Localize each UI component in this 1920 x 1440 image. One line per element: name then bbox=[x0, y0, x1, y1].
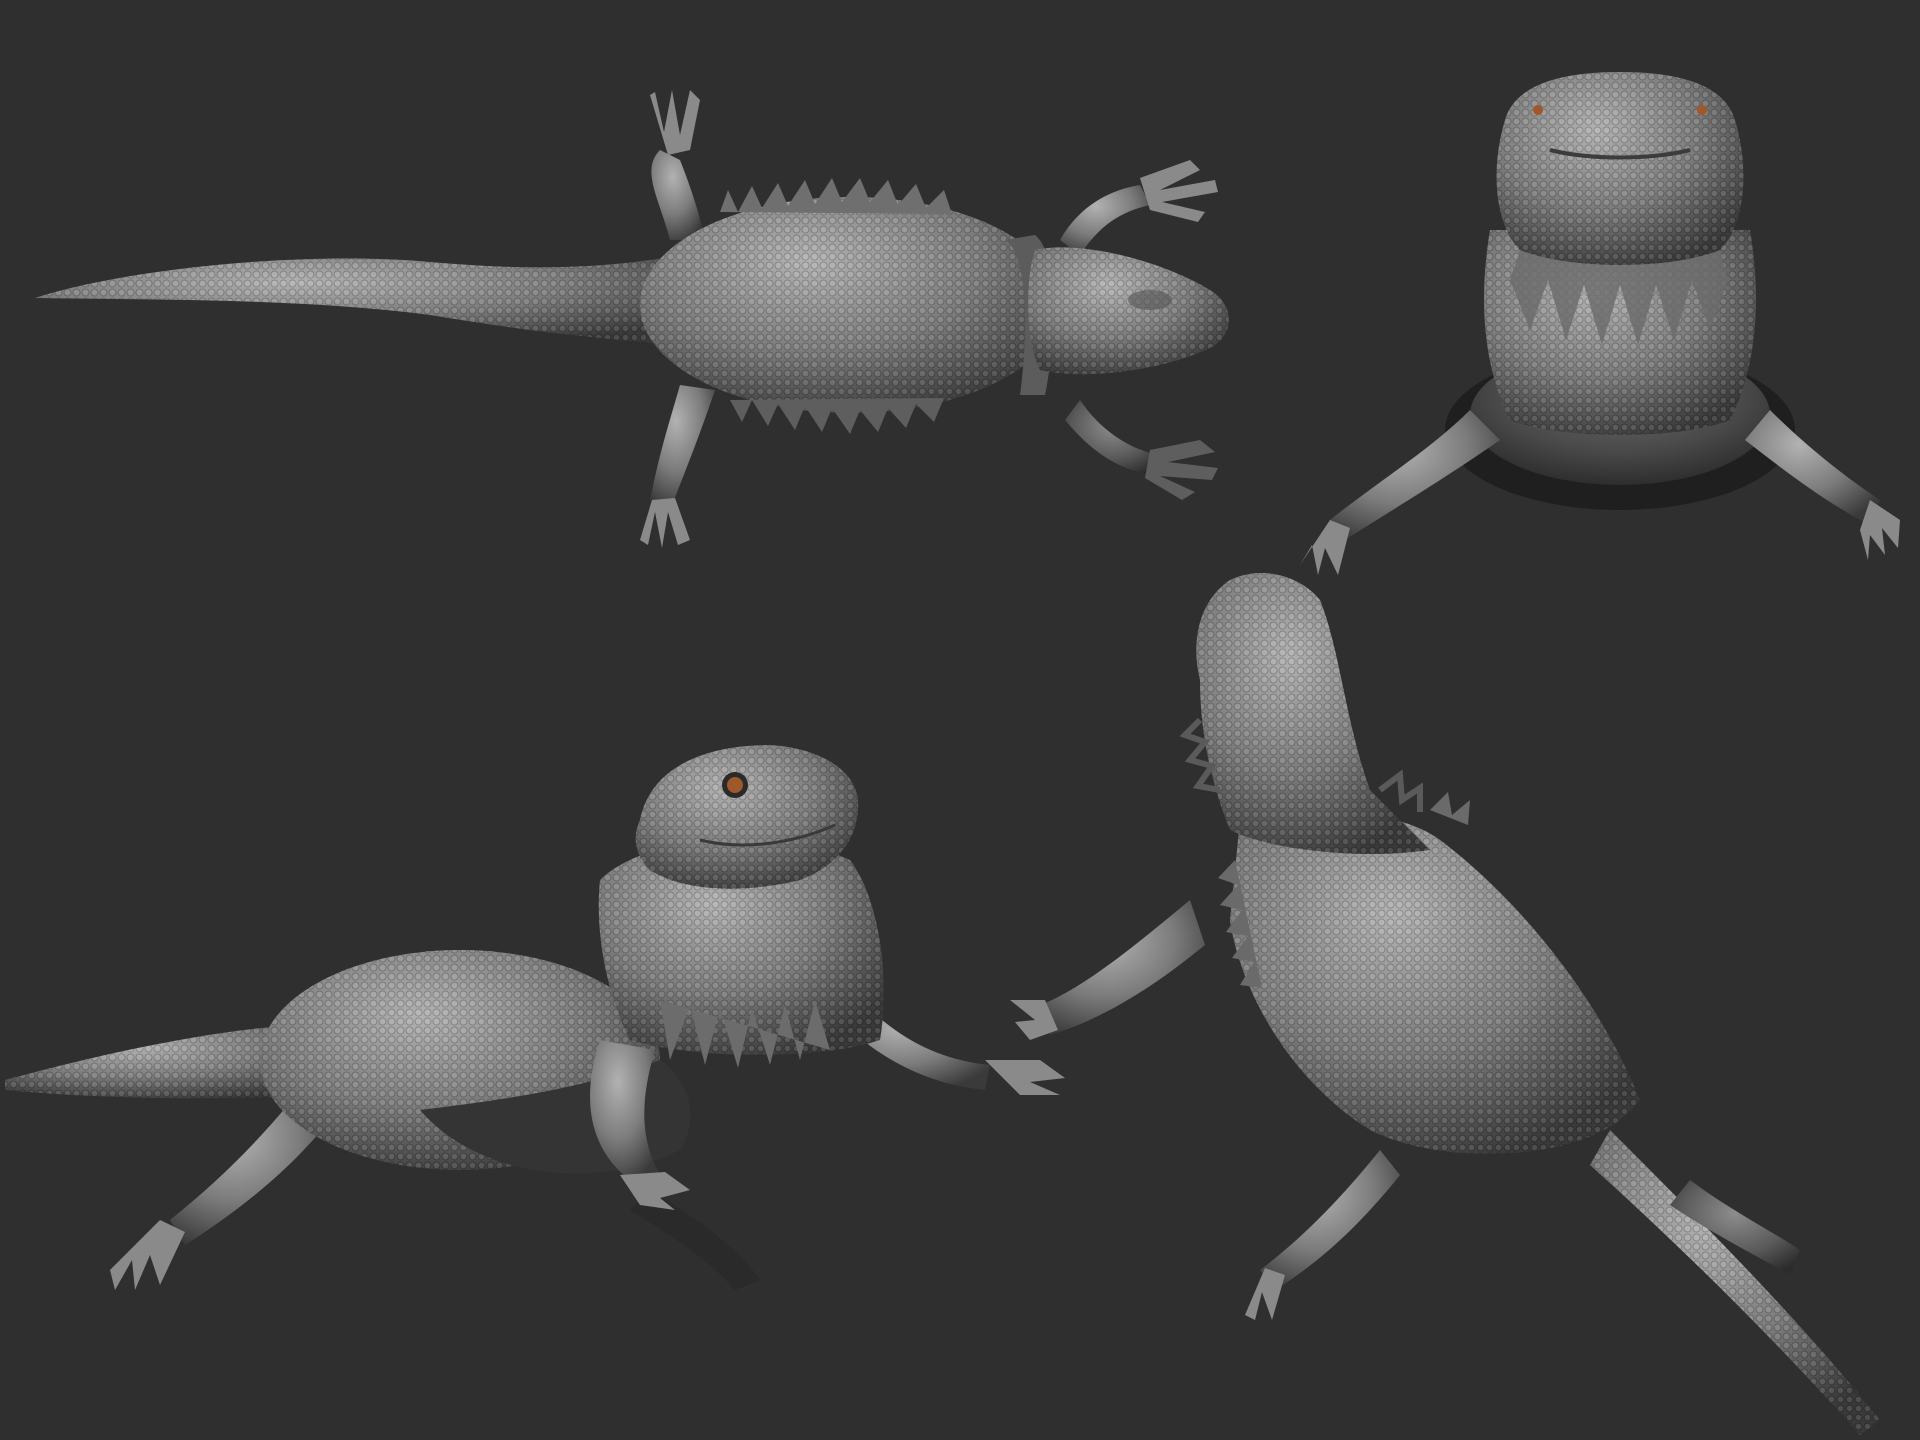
sculpt-renders bbox=[0, 0, 1920, 1440]
eye-icon bbox=[1697, 105, 1707, 115]
eye-icon bbox=[727, 777, 743, 793]
render-canvas bbox=[0, 0, 1920, 1440]
eye-icon bbox=[1533, 105, 1543, 115]
